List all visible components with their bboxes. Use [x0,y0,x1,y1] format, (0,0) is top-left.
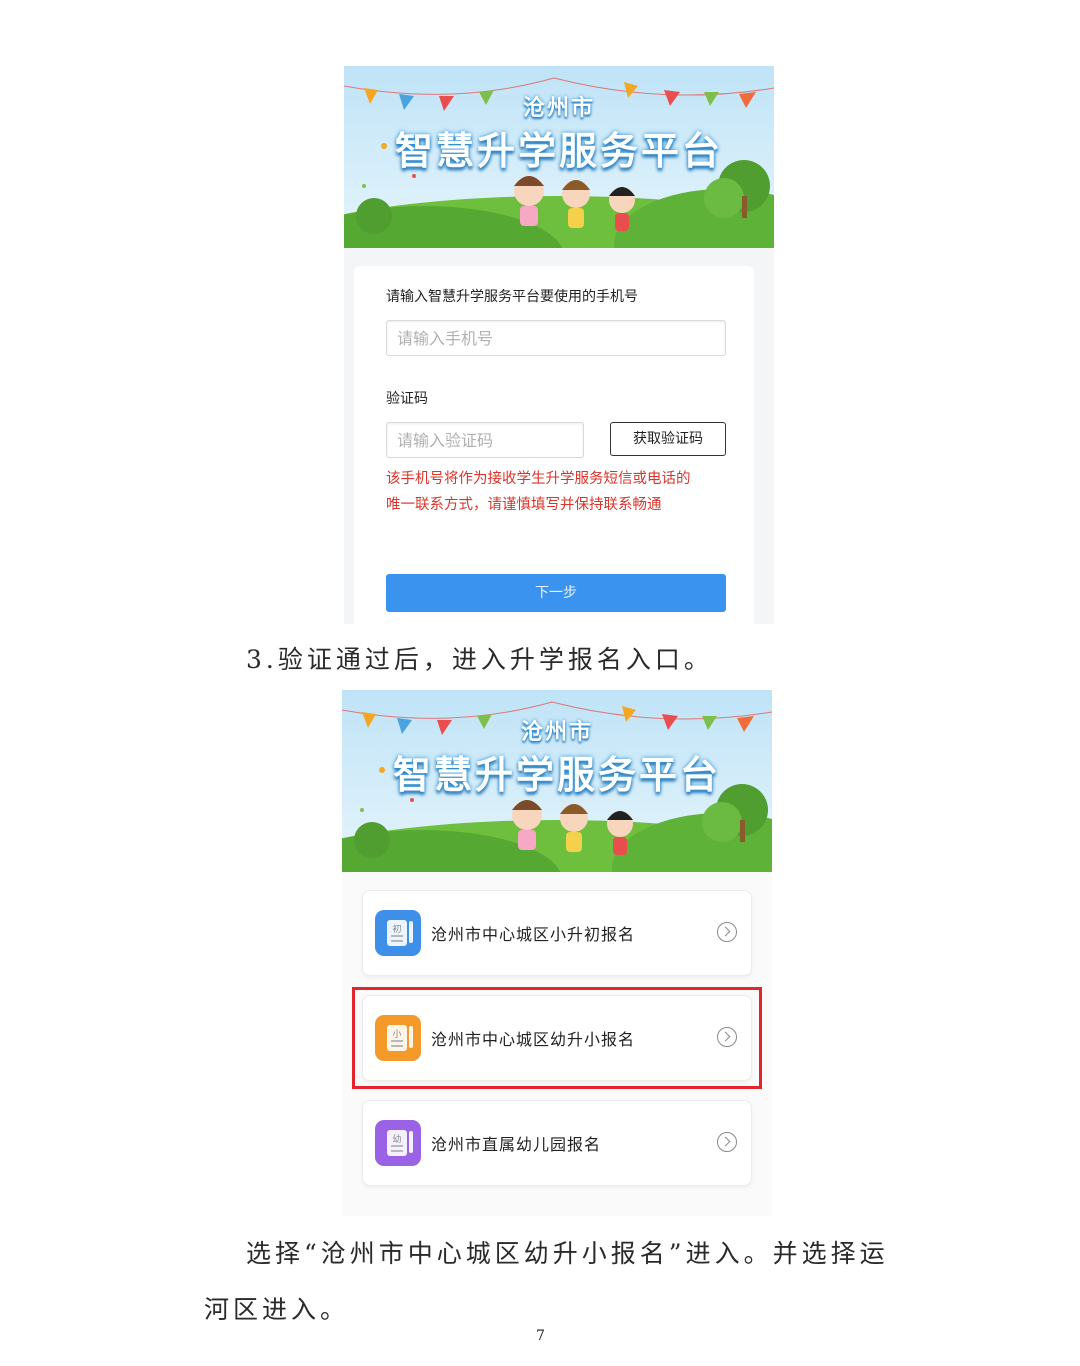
get-code-button[interactable]: 获取验证码 [610,422,726,456]
phone-field[interactable] [386,320,726,356]
menu-item-label: 沧州市中心城区小升初报名 [431,925,636,944]
warning-line-2: 唯一联系方式，请谨慎填写并保持联系畅通 [386,497,662,513]
warning-line-1: 该手机号将作为接收学生升学服务短信或电话的 [386,471,691,487]
login-form: 请输入智慧升学服务平台要使用的手机号 验证码 获取验证码 该手机号将作为接收学生… [354,266,754,624]
instruction-line-1: 选择“沧州市中心城区幼升小报名”进入。并选择运 [246,1239,889,1268]
phone-label: 请输入智慧升学服务平台要使用的手机号 [386,289,638,305]
next-button[interactable]: 下一步 [386,574,726,612]
document-icon: 初 [375,910,421,956]
menu-screenshot: 沧州市 智慧升学服务平台 初 沧州市中心城区小升初报名 小 沧州市中心城区幼升小… [342,690,772,1216]
chevron-right-icon [717,1132,737,1152]
page-number: 7 [536,1328,545,1344]
document-icon: 幼 [375,1120,421,1166]
banner-title: 智慧升学服务平台 [394,129,723,173]
step3-text: 3.验证通过后，进入升学报名入口。 [246,645,713,674]
banner-title: 智慧升学服务平台 [392,753,721,797]
icon-glyph: 初 [392,925,402,935]
code-label: 验证码 [386,391,428,407]
banner: 沧州市 智慧升学服务平台 [342,690,772,872]
menu-item-xiaoshengchu[interactable]: 初 沧州市中心城区小升初报名 [362,890,752,976]
login-screenshot: 沧州市 智慧升学服务平台 请输入智慧升学服务平台要使用的手机号 验证码 获取验证… [344,66,774,624]
code-input[interactable] [387,423,583,457]
chevron-right-icon [717,922,737,942]
banner-city: 沧州市 [522,96,595,121]
highlight-box [352,987,762,1089]
instruction-line-2: 河区进入。 [204,1295,350,1324]
code-field[interactable] [386,422,584,458]
menu-item-label: 沧州市直属幼儿园报名 [431,1135,602,1154]
menu-item-kindergarten[interactable]: 幼 沧州市直属幼儿园报名 [362,1100,752,1186]
icon-glyph: 幼 [392,1135,402,1145]
phone-input[interactable] [387,321,725,355]
banner-city: 沧州市 [520,720,593,745]
banner: 沧州市 智慧升学服务平台 [344,66,774,248]
